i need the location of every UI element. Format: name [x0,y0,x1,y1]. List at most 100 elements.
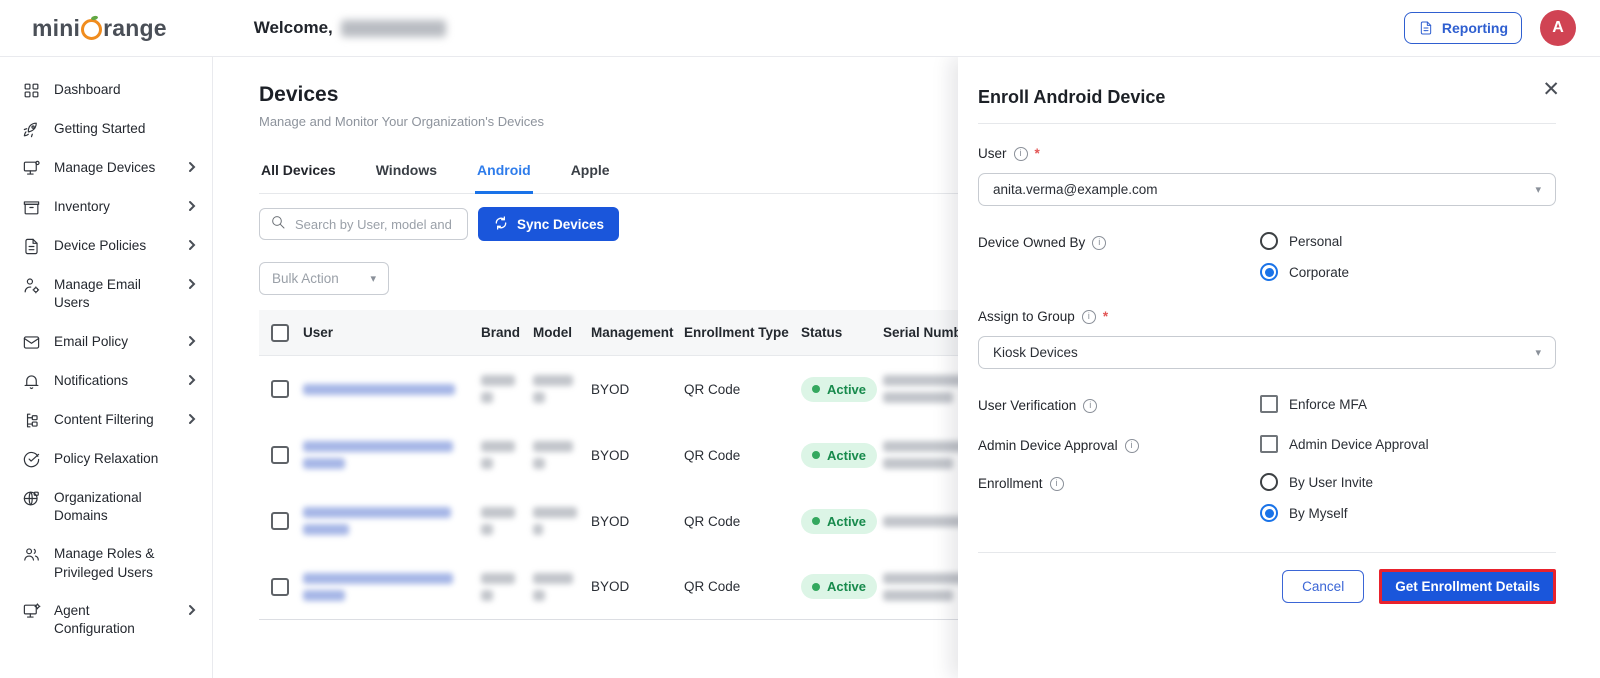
enforce-mfa-checkbox[interactable]: Enforce MFA [1260,395,1367,413]
tab-windows[interactable]: Windows [374,156,439,193]
assign-to-group-select[interactable]: Kiosk Devices ▾ [978,336,1556,369]
sidebar-item-content-filtering[interactable]: Content Filtering [0,401,212,440]
sidebar-item-label: Dashboard [54,81,121,99]
redacted-username [341,20,446,37]
cancel-button[interactable]: Cancel [1282,570,1364,603]
sidebar-item-inventory[interactable]: Inventory [0,188,212,227]
sidebar-item-device-policies[interactable]: Device Policies [0,227,212,266]
by-user-invite-label: By User Invite [1289,475,1373,490]
tab-apple[interactable]: Apple [569,156,612,193]
panel-footer-divider [978,552,1556,553]
reporting-button[interactable]: Reporting [1404,12,1522,44]
sidebar-item-manage-roles[interactable]: Manage Roles & Privileged Users [0,535,212,592]
redacted-user-link[interactable] [303,441,481,469]
redacted-brand [481,375,533,403]
radio-corporate[interactable]: Corporate [1260,263,1349,281]
sidebar-item-label: Manage Email Users [54,276,173,313]
sync-devices-label: Sync Devices [517,217,604,232]
status-badge: Active [801,574,877,599]
sidebar-item-label: Agent Configuration [54,602,173,639]
user-verification-row: User Verification i Enforce MFA [978,395,1556,413]
sidebar-item-agent-configuration[interactable]: Agent Configuration [0,592,212,649]
radio-by-myself[interactable]: By Myself [1260,504,1373,522]
redacted-user-link[interactable] [303,507,481,535]
sidebar-item-label: Inventory [54,198,110,216]
close-icon[interactable]: ✕ [1542,79,1560,100]
enrollment-type-cell: QR Code [684,382,801,397]
device-owned-by-label: Device Owned By [978,235,1085,250]
device-search [259,208,468,240]
sidebar-item-label: Organizational Domains [54,489,180,526]
sidebar-item-policy-relaxation[interactable]: Policy Relaxation [0,440,212,479]
radio-icon [1260,473,1278,491]
panel-title: Enroll Android Device [978,87,1556,108]
sidebar-item-getting-started[interactable]: Getting Started [0,110,212,149]
enrollment-type-cell: QR Code [684,448,801,463]
redacted-user-link[interactable] [303,384,481,395]
info-icon: i [1014,147,1028,161]
sidebar-item-label: Getting Started [54,120,145,138]
row-checkbox[interactable] [271,578,289,596]
top-header: mini range Welcome, Reporting A [0,0,1600,57]
report-document-icon [1418,20,1434,36]
sidebar-item-manage-devices[interactable]: Manage Devices [0,149,212,188]
info-icon: i [1082,310,1096,324]
info-icon: i [1125,439,1139,453]
user-select[interactable]: anita.verma@example.com ▾ [978,173,1556,206]
search-icon [270,214,286,235]
redacted-user-link[interactable] [303,573,481,601]
logo-text-suffix: range [103,15,167,42]
info-icon: i [1050,477,1064,491]
sidebar-item-organizational-domains[interactable]: Organizational Domains [0,479,212,536]
bell-icon [22,372,41,391]
check-circle-icon [22,450,41,469]
redacted-model [533,573,591,601]
enrollment-type-cell: QR Code [684,514,801,529]
filter-tree-icon [22,411,41,430]
required-asterisk: * [1035,146,1040,161]
rocket-icon [22,120,41,139]
radio-by-user-invite[interactable]: By User Invite [1260,473,1373,491]
caret-down-icon: ▾ [1535,183,1541,196]
column-header-user: User [303,325,481,340]
sync-devices-button[interactable]: Sync Devices [478,207,619,241]
management-cell: BYOD [591,448,684,463]
get-enrollment-details-button[interactable]: Get Enrollment Details [1379,569,1556,604]
sidebar-item-manage-email-users[interactable]: Manage Email Users [0,266,212,323]
chevron-right-icon [186,412,198,430]
user-avatar[interactable]: A [1540,10,1576,46]
monitor-device-icon [22,159,41,178]
search-input[interactable] [295,217,457,232]
tab-all-devices[interactable]: All Devices [259,156,338,193]
welcome-label: Welcome, [254,18,333,38]
miniorange-logo: mini range [32,15,167,42]
sidebar-item-notifications[interactable]: Notifications [0,362,212,401]
radio-checked-icon [1260,263,1278,281]
logo-text-prefix: mini [32,15,80,42]
orange-logo-icon [81,19,102,40]
management-cell: BYOD [591,382,684,397]
sidebar-item-label: Content Filtering [54,411,154,429]
radio-personal[interactable]: Personal [1260,232,1349,250]
status-dot-icon [812,385,820,393]
assign-to-group-label: Assign to Group [978,309,1075,324]
select-all-checkbox[interactable] [271,324,289,342]
user-gear-icon [22,276,41,295]
column-header-status: Status [801,325,883,340]
sidebar-item-email-policy[interactable]: Email Policy [0,323,212,362]
enrollment-type-cell: QR Code [684,579,801,594]
users-group-icon [22,545,41,564]
column-header-enrollment-type: Enrollment Type [684,325,801,340]
admin-device-approval-checkbox[interactable]: Admin Device Approval [1260,435,1429,453]
sidebar-item-dashboard[interactable]: Dashboard [0,71,212,110]
tab-android[interactable]: Android [475,156,533,194]
admin-device-approval-label: Admin Device Approval [978,438,1118,453]
user-verification-label: User Verification [978,398,1076,413]
bulk-action-dropdown[interactable]: Bulk Action ▾ [259,262,389,295]
row-checkbox[interactable] [271,446,289,464]
row-checkbox[interactable] [271,512,289,530]
sidebar-item-label: Email Policy [54,333,128,351]
row-checkbox[interactable] [271,380,289,398]
enforce-mfa-label: Enforce MFA [1289,397,1367,412]
caret-down-icon: ▾ [1535,346,1541,359]
